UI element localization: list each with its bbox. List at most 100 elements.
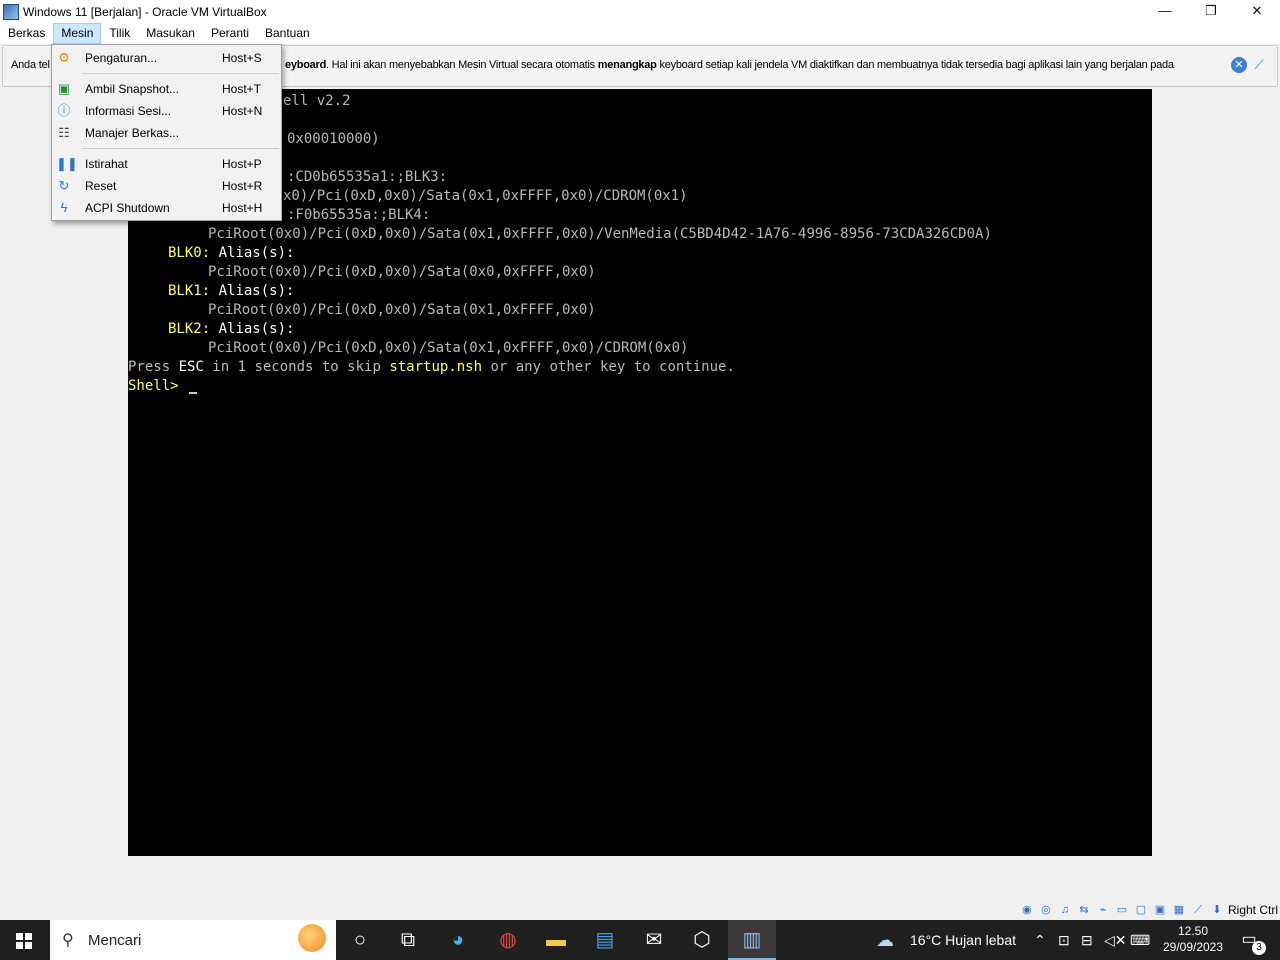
chrome-icon[interactable]: ◍ <box>484 920 532 960</box>
notification-prefix: Anda tel <box>11 59 50 71</box>
console-blk0-line: BLK0: Alias(s): <box>168 244 294 263</box>
alias-label: Alias(s): <box>218 321 295 337</box>
optical-drive-icon[interactable]: ◎ <box>1038 902 1054 918</box>
shared-folders-icon[interactable]: ▭ <box>1114 902 1130 918</box>
close-notification-icon[interactable]: ✕ <box>1231 57 1247 73</box>
console-line: :CD0b65535a1:;BLK3: <box>287 169 448 185</box>
info-icon: ⓘ <box>57 103 71 118</box>
window-title: Windows 11 [Berjalan] - Oracle VM Virtua… <box>23 4 267 19</box>
menu-item-shortcut: Host+P <box>222 157 262 171</box>
console-blk1-line: BLK1: Alias(s): <box>168 282 294 301</box>
notification-middle: . Hal ini akan menyebabkan Mesin Virtual… <box>326 59 598 71</box>
notification-suffix: keyboard setiap kali jendela VM diaktifk… <box>656 59 1174 71</box>
alias-label: Alias(s): <box>218 245 295 261</box>
minimize-button[interactable]: — <box>1142 0 1188 22</box>
menu-bar: Berkas Mesin Tilik Masukan Peranti Bantu… <box>0 23 1280 44</box>
console-line: 0x00010000) <box>287 131 380 147</box>
menu-item-label: ACPI Shutdown <box>85 201 170 215</box>
close-button[interactable]: ✕ <box>1234 0 1280 22</box>
menu-item-shortcut: Host+N <box>222 104 263 118</box>
menu-item-shortcut: Host+H <box>222 201 263 215</box>
notification-center-icon[interactable]: ▭ 3 <box>1238 929 1266 955</box>
menu-mesin[interactable]: Mesin <box>53 23 102 44</box>
power-icon: ϟ <box>60 200 68 215</box>
text-cursor <box>189 392 198 394</box>
edge-icon[interactable]: ◕ <box>434 920 482 960</box>
file-explorer-icon[interactable]: ▬ <box>532 920 580 960</box>
menu-item-label: Informasi Sesi... <box>85 104 172 118</box>
notification-bold-keyboard: eyboard <box>285 59 327 71</box>
menu-item-reset[interactable]: ↻ Reset Host+R <box>52 175 281 197</box>
menu-bantuan[interactable]: Bantuan <box>257 23 318 44</box>
network-icon[interactable]: ⇆ <box>1076 902 1092 918</box>
show-hidden-icons-icon[interactable]: ⌃ <box>1034 920 1046 960</box>
mute-notification-icon[interactable]: ⟋ <box>1251 57 1267 73</box>
search-placeholder: Mencari <box>88 932 142 949</box>
virtualbox-manager-icon[interactable]: ⬡ <box>678 920 726 960</box>
menu-separator <box>82 73 279 74</box>
file-manager-icon: ☷ <box>58 125 70 140</box>
taskbar-search-box[interactable]: ⚲ Mencari <box>50 920 336 960</box>
menu-item-label: Istirahat <box>85 157 128 171</box>
display-icon[interactable]: ▢ <box>1133 902 1149 918</box>
taskbar-clock[interactable]: 12.50 29/09/2023 <box>1158 923 1228 955</box>
menu-item-shortcut: Host+R <box>222 179 263 193</box>
pause-icon: ❚❚ <box>56 156 78 171</box>
menu-item-label: Pengaturan... <box>85 51 158 65</box>
windows-logo-icon <box>16 933 32 949</box>
mouse-integration-icon[interactable]: ⟋ <box>1190 902 1206 918</box>
menu-item-informasi-sesi[interactable]: ⓘ Informasi Sesi... Host+N <box>52 100 281 122</box>
menu-tilik[interactable]: Tilik <box>101 23 138 44</box>
microsoft-store-icon[interactable]: ▤ <box>581 920 629 960</box>
blk2-label: BLK2: <box>168 321 211 337</box>
menu-masukan[interactable]: Masukan <box>138 23 203 44</box>
console-line: ell v2.2 <box>283 93 351 109</box>
recording-icon[interactable]: ▣ <box>1152 902 1168 918</box>
weather-text[interactable]: 16°C Hujan lebat <box>910 920 1016 960</box>
mail-icon[interactable]: ✉ <box>630 920 678 960</box>
hard-disk-icon[interactable]: ◉ <box>1019 902 1035 918</box>
cpu-icon[interactable]: ▦ <box>1171 902 1187 918</box>
virtualbox-vm-window-icon[interactable]: ▥ <box>728 920 776 960</box>
menu-item-shortcut: Host+S <box>222 51 262 65</box>
blk1-label: BLK1: <box>168 283 211 299</box>
menu-berkas[interactable]: Berkas <box>0 23 53 44</box>
notification-count-badge: 3 <box>1252 941 1266 955</box>
console-line: PciRoot(0x0)/Pci(0xD,0x0)/Sata(0x1,0xFFF… <box>208 226 992 242</box>
console-press-line: Press ESC in 1 seconds to skip startup.n… <box>128 358 735 377</box>
keyboard-layout-icon[interactable]: ⌨ <box>1130 920 1150 960</box>
cortana-icon[interactable]: ○ <box>336 920 384 960</box>
menu-item-ambil-snapshot[interactable]: ▣ Ambil Snapshot... Host+T <box>52 78 281 100</box>
host-key-label: Right Ctrl <box>1227 903 1278 917</box>
startup-nsh-text: startup.nsh <box>389 359 483 375</box>
keyboard-capture-icon[interactable]: ⬇ <box>1209 902 1225 918</box>
menu-item-acpi-shutdown[interactable]: ϟ ACPI Shutdown Host+H <box>52 197 281 219</box>
menu-item-pengaturan[interactable]: ⚙ Pengaturan... Host+S <box>52 47 281 69</box>
usb-icon[interactable]: ⌁ <box>1095 902 1111 918</box>
search-highlight-icon <box>298 924 326 952</box>
console-line: PciRoot(0x0)/Pci(0xD,0x0)/Sata(0x1,0xFFF… <box>208 302 596 318</box>
meet-now-icon[interactable]: ⊡ <box>1058 920 1070 960</box>
console-blk2-line: BLK2: Alias(s): <box>168 320 294 339</box>
vm-status-bar: ◉ ◎ ♫ ⇆ ⌁ ▭ ▢ ▣ ▦ ⟋ ⬇ Right Ctrl <box>1019 900 1280 920</box>
console-line: x0)/Pci(0xD,0x0)/Sata(0x1,0xFFFF,0x0)/CD… <box>283 188 688 204</box>
start-button[interactable] <box>0 920 48 960</box>
blk0-label: BLK0: <box>168 245 211 261</box>
menu-item-manajer-berkas[interactable]: ☷ Manajer Berkas... <box>52 122 281 144</box>
network-tray-icon[interactable]: ⊟ <box>1081 920 1093 960</box>
menu-peranti[interactable]: Peranti <box>203 23 257 44</box>
menu-item-label: Ambil Snapshot... <box>85 82 180 96</box>
mesin-dropdown-menu: ⚙ Pengaturan... Host+S ▣ Ambil Snapshot.… <box>51 44 282 221</box>
search-icon: ⚲ <box>62 932 74 949</box>
menu-item-istirahat[interactable]: ❚❚ Istirahat Host+P <box>52 153 281 175</box>
weather-icon[interactable]: ☁ <box>876 920 894 960</box>
menu-separator <box>82 148 279 149</box>
task-view-icon[interactable]: ⧉ <box>384 920 432 960</box>
clock-date: 29/09/2023 <box>1162 940 1224 954</box>
restore-button[interactable]: ❐ <box>1188 0 1234 22</box>
audio-icon[interactable]: ♫ <box>1057 902 1073 918</box>
menu-item-label: Reset <box>85 179 117 193</box>
volume-muted-icon[interactable]: ◁✕ <box>1104 920 1127 960</box>
console-line: :F0b65535a:;BLK4: <box>287 207 431 223</box>
press-text: Press <box>128 359 179 375</box>
